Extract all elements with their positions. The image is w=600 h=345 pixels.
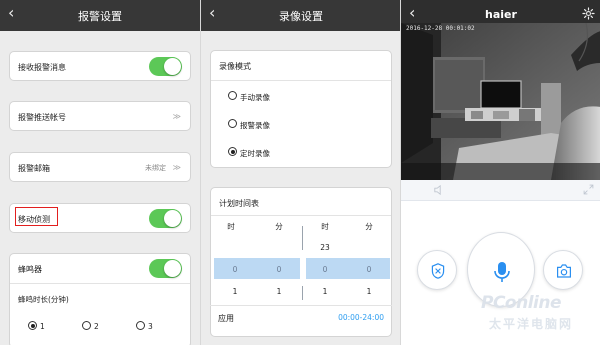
schedule-cell[interactable]: 23 bbox=[315, 243, 335, 252]
toggle-knob bbox=[164, 210, 181, 227]
alarm-settings-header: ‹ 报警设置 bbox=[0, 0, 200, 31]
schedule-cell[interactable]: 1 bbox=[269, 287, 289, 296]
snapshot-button[interactable] bbox=[543, 250, 583, 290]
recording-mode-title: 录像模式 bbox=[219, 62, 251, 71]
duration-option-label: 1 bbox=[40, 322, 45, 331]
toggle-knob bbox=[164, 260, 181, 277]
motion-detection-toggle[interactable] bbox=[149, 209, 182, 228]
toggle-knob bbox=[164, 58, 181, 75]
schedule-header-minute: 分 bbox=[365, 222, 373, 231]
camera-title: haier bbox=[485, 8, 517, 21]
duration-radio-3[interactable] bbox=[136, 321, 145, 330]
apply-label[interactable]: 应用 bbox=[218, 313, 234, 324]
duration-option-label: 2 bbox=[94, 322, 99, 331]
speaker-icon[interactable] bbox=[433, 184, 445, 198]
fullscreen-icon[interactable] bbox=[583, 184, 594, 197]
column-divider bbox=[302, 286, 303, 300]
page-title: 报警设置 bbox=[78, 10, 122, 23]
buzzer-card: 蜂鸣器 蜂鸣时长(分钟) 1 2 3 bbox=[9, 253, 191, 345]
receive-alarm-toggle[interactable] bbox=[149, 57, 182, 76]
chevron-right-icon: ≫ bbox=[172, 112, 181, 121]
receive-alarm-row: 接收报警消息 bbox=[9, 51, 191, 81]
apply-time-range[interactable]: 00:00-24:00 bbox=[338, 313, 384, 322]
recording-settings-panel: ‹ 录像设置 录像模式 手动录像 报警录像 定时录像 计划时间表 时 分 时 分… bbox=[200, 0, 400, 345]
camera-icon bbox=[556, 264, 572, 280]
duration-radio-1[interactable] bbox=[28, 321, 37, 330]
duration-radio-2[interactable] bbox=[82, 321, 91, 330]
schedule-header-minute: 分 bbox=[275, 222, 283, 231]
video-timestamp: 2016-12-28 00:01:02 bbox=[406, 25, 475, 32]
mode-label-manual: 手动录像 bbox=[240, 93, 270, 102]
schedule-cell[interactable]: 0 bbox=[269, 265, 289, 274]
video-toolbar bbox=[401, 180, 600, 201]
mode-radio-alarm[interactable] bbox=[228, 119, 237, 128]
alarm-email-row[interactable]: 报警邮箱 未绑定 ≫ bbox=[9, 152, 191, 182]
alarm-email-label: 报警邮箱 bbox=[18, 164, 50, 173]
highlight-annotation bbox=[15, 207, 58, 226]
live-video-feed[interactable]: 2016-12-28 00:01:02 bbox=[401, 23, 600, 180]
shield-icon bbox=[430, 262, 446, 282]
alarm-email-status: 未绑定 bbox=[145, 164, 166, 172]
pconline-watermark-sub: 太平洋电脑网 bbox=[489, 317, 574, 331]
divider bbox=[210, 305, 392, 306]
divider bbox=[10, 283, 190, 284]
buzzer-toggle[interactable] bbox=[149, 259, 182, 278]
receive-alarm-label: 接收报警消息 bbox=[18, 63, 66, 72]
duration-option-label: 3 bbox=[148, 322, 153, 331]
mode-label-alarm: 报警录像 bbox=[240, 121, 270, 130]
recording-settings-header: ‹ 录像设置 bbox=[201, 0, 400, 31]
chevron-right-icon: ≫ bbox=[172, 163, 181, 172]
schedule-header-hour: 时 bbox=[227, 222, 235, 231]
schedule-cell[interactable]: 0 bbox=[315, 265, 335, 274]
mode-label-scheduled: 定时录像 bbox=[240, 149, 270, 158]
schedule-header-hour: 时 bbox=[321, 222, 329, 231]
schedule-cell[interactable]: 1 bbox=[225, 287, 245, 296]
gear-icon[interactable] bbox=[582, 7, 595, 22]
buzzer-label: 蜂鸣器 bbox=[18, 265, 42, 274]
room-scene-image bbox=[401, 23, 600, 180]
schedule-cell[interactable]: 0 bbox=[359, 265, 379, 274]
schedule-cell[interactable]: 0 bbox=[225, 265, 245, 274]
page-title: 录像设置 bbox=[279, 10, 323, 23]
defense-button[interactable] bbox=[417, 250, 457, 290]
pconline-watermark: PConline bbox=[481, 293, 562, 313]
divider bbox=[211, 215, 391, 216]
column-divider bbox=[302, 226, 303, 250]
schedule-title: 计划时间表 bbox=[219, 199, 259, 208]
schedule-cell[interactable]: 1 bbox=[315, 287, 335, 296]
push-account-row[interactable]: 报警推送帐号 ≫ bbox=[9, 101, 191, 131]
microphone-icon bbox=[493, 261, 511, 285]
mode-radio-scheduled[interactable] bbox=[228, 147, 237, 156]
row-gap bbox=[300, 258, 306, 279]
alarm-settings-panel: ‹ 报警设置 接收报警消息 报警推送帐号 ≫ 报警邮箱 未绑定 ≫ 移动侦测 蜂… bbox=[0, 0, 200, 345]
mode-radio-manual[interactable] bbox=[228, 91, 237, 100]
camera-view-panel: ‹ haier 2016-12-28 00:01:02 PConline 太平洋… bbox=[400, 0, 600, 345]
buzzer-duration-label: 蜂鸣时长(分钟) bbox=[18, 295, 69, 304]
schedule-cell[interactable]: 1 bbox=[359, 287, 379, 296]
recording-mode-card: 录像模式 手动录像 报警录像 定时录像 bbox=[210, 50, 392, 168]
push-account-label: 报警推送帐号 bbox=[18, 113, 66, 122]
divider bbox=[211, 80, 391, 81]
